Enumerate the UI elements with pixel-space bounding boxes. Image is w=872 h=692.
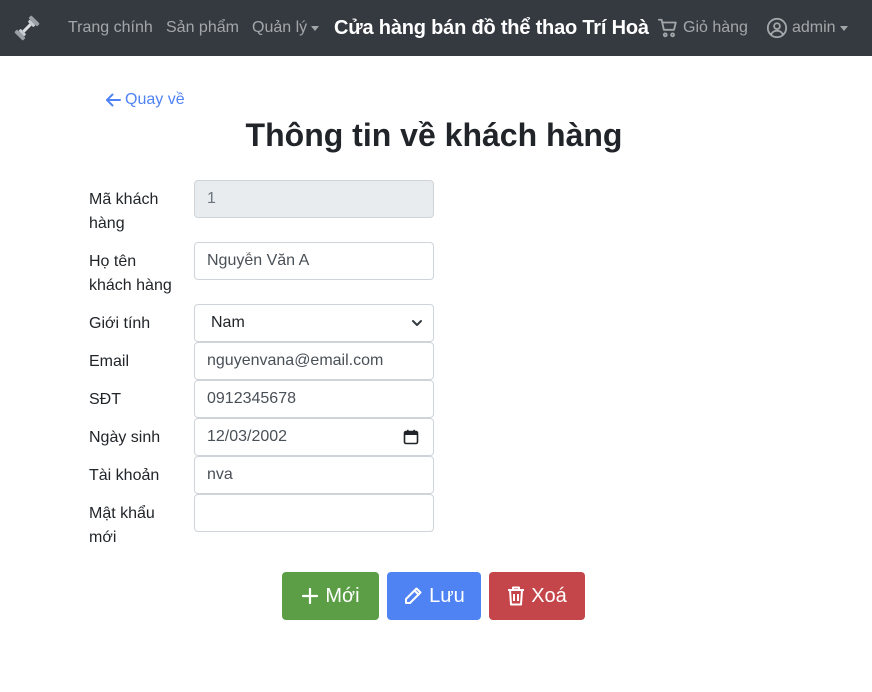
calendar-icon[interactable] xyxy=(403,429,419,445)
label-line: khách hàng xyxy=(89,277,172,294)
save-button-label: Lưu xyxy=(429,584,465,607)
email-field[interactable] xyxy=(194,342,434,380)
label-line: Họ tên xyxy=(89,253,137,270)
customer-id-field xyxy=(194,180,434,218)
nav-user-label: admin xyxy=(792,19,836,36)
new-button-label: Mới xyxy=(325,584,360,607)
caret-down-icon xyxy=(311,25,320,31)
birthday-label: Ngày sinh xyxy=(89,429,161,446)
new-password-field[interactable] xyxy=(194,494,434,532)
nav-cart-label: Giỏ hàng xyxy=(683,19,748,36)
email-label: Email xyxy=(89,353,130,370)
brand-title[interactable]: Cửa hàng bán đồ thể thao Trí Hoà xyxy=(334,17,649,40)
nav-products[interactable]: Sản phẩm xyxy=(166,19,239,37)
plus-icon xyxy=(302,587,319,605)
new-password-label: Mật khẩu mới xyxy=(89,502,189,550)
birthday-value: 12/03/2002 xyxy=(207,428,288,445)
phone-label: SĐT xyxy=(89,391,121,408)
top-navbar: Trang chính Sản phẩm Quản lý Cửa hàng bá… xyxy=(0,0,872,56)
gender-select[interactable]: Nam xyxy=(194,304,434,342)
delete-button-label: Xoá xyxy=(531,584,567,607)
trash-icon xyxy=(508,586,525,606)
caret-down-icon xyxy=(839,25,848,31)
arrow-left-icon xyxy=(106,93,121,107)
page-title: Thông tin về khách hàng xyxy=(245,117,623,153)
pencil-icon xyxy=(405,587,422,604)
user-circle-icon xyxy=(766,17,788,39)
back-link[interactable]: Quay về xyxy=(104,88,185,112)
nav-user-dropdown[interactable]: admin xyxy=(766,0,848,56)
save-button[interactable]: Lưu xyxy=(387,572,481,620)
nav-manage-label: Quản lý xyxy=(252,19,308,36)
phone-field[interactable] xyxy=(194,380,434,418)
account-field[interactable] xyxy=(194,456,434,494)
new-button[interactable]: Mới xyxy=(282,572,379,620)
dumbbell-icon xyxy=(14,15,40,41)
label-line: hàng xyxy=(89,215,125,232)
full-name-label: Họ tên khách hàng xyxy=(89,250,189,298)
full-name-field[interactable] xyxy=(194,242,434,280)
cart-icon xyxy=(657,17,679,39)
nav-home[interactable]: Trang chính xyxy=(68,19,153,37)
nav-cart[interactable]: Giỏ hàng xyxy=(657,0,748,56)
chevron-down-icon xyxy=(412,320,422,326)
gender-selected-value: Nam xyxy=(211,314,245,331)
nav-manage-dropdown[interactable]: Quản lý xyxy=(252,0,320,56)
logo[interactable] xyxy=(12,0,42,56)
label-line: mới xyxy=(89,529,117,546)
back-link-label: Quay về xyxy=(125,91,185,108)
gender-label: Giới tính xyxy=(89,315,151,332)
delete-button[interactable]: Xoá xyxy=(489,572,585,620)
customer-id-label: Mã khách hàng xyxy=(89,188,189,236)
label-line: Mã khách xyxy=(89,191,159,208)
birthday-date-field[interactable]: 12/03/2002 xyxy=(194,418,434,456)
label-line: Mật khẩu xyxy=(89,505,155,522)
account-label: Tài khoản xyxy=(89,467,160,484)
